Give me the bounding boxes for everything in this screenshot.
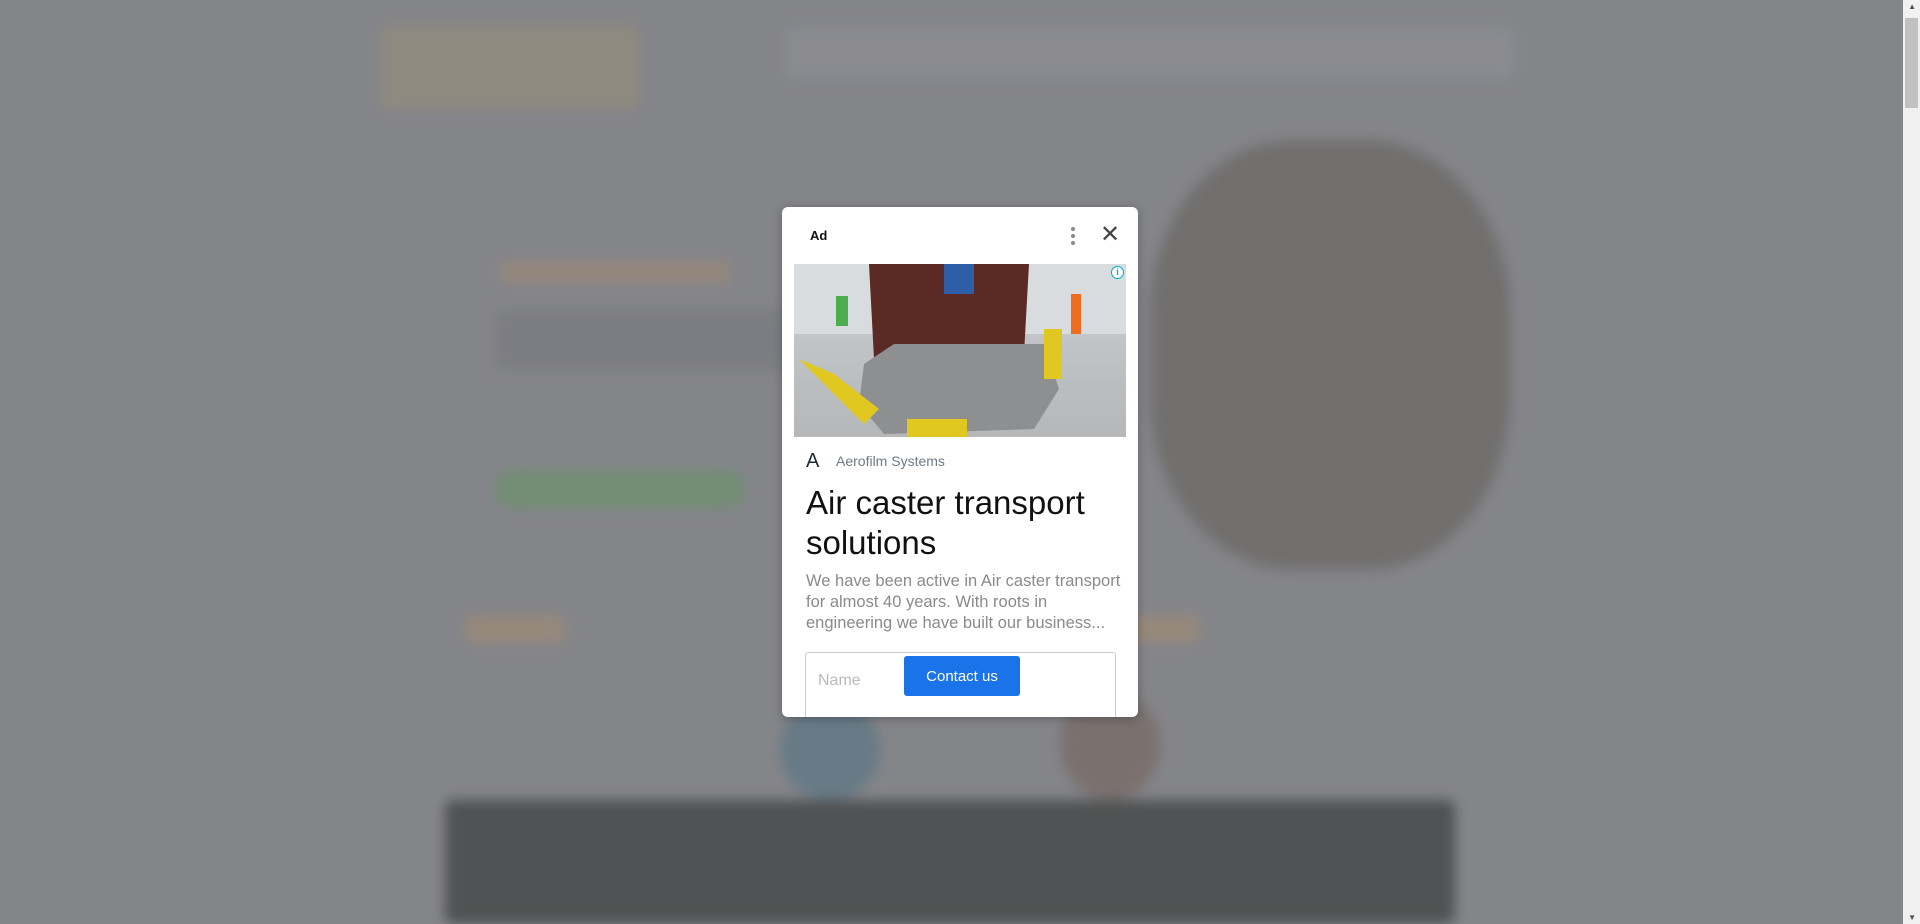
advertiser-name[interactable]: Aerofilm Systems (836, 453, 945, 469)
info-icon[interactable]: i (1111, 266, 1124, 279)
contact-us-button[interactable]: Contact us (904, 656, 1020, 696)
ad-headline[interactable]: Air caster transport solutions (806, 483, 1116, 563)
ad-modal: Ad ✕ i A Aerofilm Systems Air caster tra… (782, 207, 1138, 717)
scrollbar-thumb[interactable] (1905, 18, 1918, 108)
more-vert-icon[interactable] (1068, 225, 1078, 247)
ad-label: Ad (810, 228, 828, 243)
scrollbar[interactable]: ▲ ▼ (1903, 0, 1920, 924)
name-input[interactable] (816, 665, 900, 697)
ad-image[interactable]: i (794, 264, 1126, 437)
machinery-illustration (794, 264, 1126, 437)
lead-form: Contact us (805, 652, 1116, 717)
scroll-down-icon[interactable]: ▼ (1908, 913, 1916, 922)
scroll-up-icon[interactable]: ▲ (1908, 2, 1916, 11)
close-icon[interactable]: ✕ (1100, 223, 1120, 247)
brand-logo[interactable]: A (806, 450, 819, 473)
ad-description: We have been active in Air caster transp… (806, 572, 1121, 632)
